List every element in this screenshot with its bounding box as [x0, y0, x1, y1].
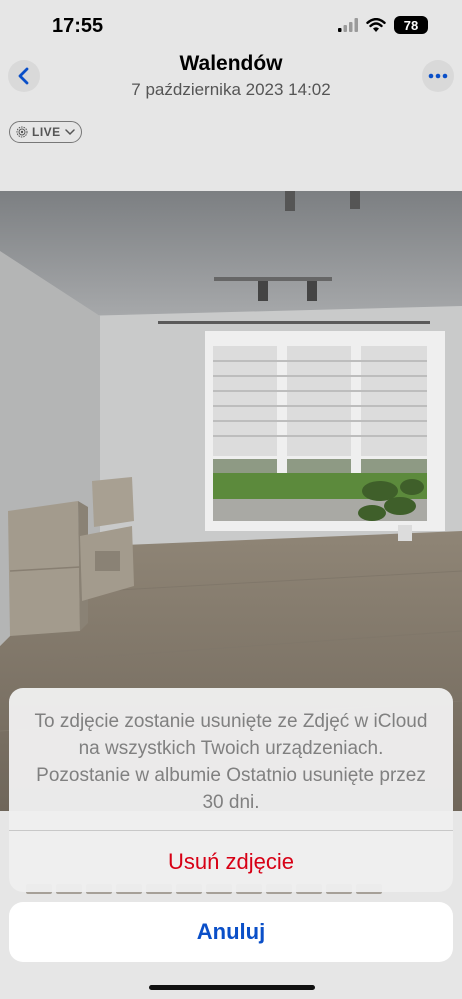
cancel-button[interactable]: Anuluj: [9, 902, 453, 962]
live-photo-icon: [16, 126, 28, 138]
more-options-button[interactable]: [422, 60, 454, 92]
sheet-message: To zdjęcie zostanie usunięte ze Zdjęć w …: [34, 711, 428, 813]
ellipsis-icon: [428, 73, 448, 79]
photo-date: 7 października 2023 14:02: [131, 80, 331, 99]
delete-photo-button[interactable]: Usuń zdjęcie: [9, 831, 453, 892]
wifi-icon: [366, 17, 386, 32]
live-label: LIVE: [32, 125, 61, 139]
delete-confirmation-sheet: To zdjęcie zostanie usunięte ze Zdjęć w …: [9, 688, 453, 892]
status-time: 17:55: [52, 15, 104, 37]
photo-title: Walendów: [179, 52, 283, 75]
chevron-down-icon: [64, 128, 75, 135]
live-photo-badge[interactable]: LIVE: [9, 121, 82, 143]
status-bar: 17:55 78: [0, 0, 462, 52]
cellular-signal-icon: [338, 18, 358, 32]
status-icons: 78: [338, 16, 428, 34]
home-indicator: [149, 985, 315, 990]
photo-viewer-screen: 17:55 78 Walendów 7 października 2023 14…: [0, 0, 462, 999]
battery-indicator: 78: [394, 16, 428, 34]
